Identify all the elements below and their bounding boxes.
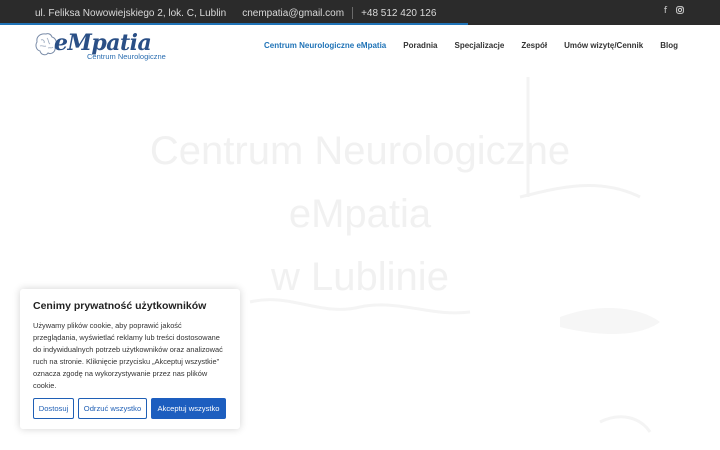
- facebook-icon[interactable]: f: [664, 6, 667, 17]
- nav-item-specjalizacje[interactable]: Specjalizacje: [455, 41, 505, 50]
- cookie-body: Używamy plików cookie, aby poprawić jako…: [33, 321, 223, 390]
- social-links: f: [664, 6, 684, 17]
- address-text: ul. Feliksa Nowowiejskiego 2, lok. C, Lu…: [35, 7, 227, 19]
- instagram-icon[interactable]: [676, 6, 684, 17]
- logo-subtitle: Centrum Neurologiczne: [87, 52, 166, 61]
- phone-link[interactable]: +48 512 420 126: [361, 8, 436, 19]
- nav-item-blog[interactable]: Blog: [660, 41, 678, 50]
- nav-item-zespol[interactable]: Zespół: [521, 41, 547, 50]
- contact-info: ul. Feliksa Nowowiejskiego 2, lok. C, Lu…: [35, 7, 436, 19]
- email-link[interactable]: cnempatia@gmail.com: [242, 8, 344, 19]
- site-header: eMpatia Centrum Neurologiczne Centrum Ne…: [0, 25, 720, 67]
- nav-item-centrum[interactable]: Centrum Neurologiczne eMpatia: [264, 41, 386, 50]
- nav-item-umow-wizyte[interactable]: Umów wizytę/Cennik: [564, 41, 643, 50]
- top-bar: ul. Feliksa Nowowiejskiego 2, lok. C, Lu…: [0, 0, 720, 25]
- reject-all-button[interactable]: Odrzuć wszystko: [78, 398, 147, 419]
- logo[interactable]: eMpatia Centrum Neurologiczne: [34, 30, 169, 63]
- cookie-consent-dialog: Cenimy prywatność użytkowników Używamy p…: [20, 289, 240, 429]
- main-nav: Centrum Neurologiczne eMpatia Poradnia S…: [264, 41, 678, 50]
- divider: [352, 7, 354, 19]
- cookie-buttons: Dostosuj Odrzuć wszystko Akceptuj wszyst…: [33, 398, 226, 419]
- cookie-title: Cenimy prywatność użytkowników: [33, 300, 207, 312]
- hero-title-line1: Centrum Neurologiczne: [149, 129, 571, 173]
- hero-title-line2: eMpatia: [288, 192, 432, 236]
- customize-button[interactable]: Dostosuj: [33, 398, 74, 419]
- nav-item-poradnia[interactable]: Poradnia: [403, 41, 437, 50]
- accept-all-button[interactable]: Akceptuj wszystko: [151, 398, 226, 419]
